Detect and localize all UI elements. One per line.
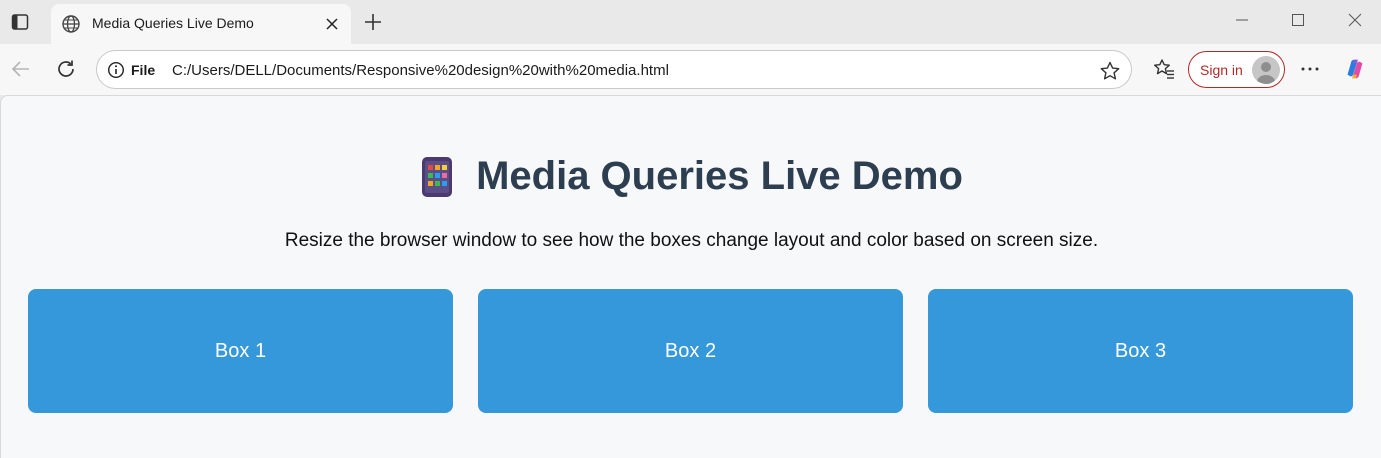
maximize-icon bbox=[1292, 14, 1304, 26]
url-text[interactable]: C:/Users/DELL/Documents/Responsive%20des… bbox=[172, 62, 669, 79]
sign-in-button[interactable]: Sign in bbox=[1188, 51, 1285, 88]
back-button[interactable] bbox=[8, 56, 34, 82]
settings-more-button[interactable] bbox=[1297, 56, 1323, 82]
avatar bbox=[1252, 56, 1280, 84]
favorites-button[interactable] bbox=[1151, 56, 1177, 82]
close-tab-icon[interactable] bbox=[321, 13, 343, 35]
tab-actions-button[interactable] bbox=[8, 10, 32, 34]
close-window-button[interactable] bbox=[1341, 8, 1369, 32]
box-2: Box 2 bbox=[478, 289, 903, 413]
page-viewport: Media Queries Live Demo Resize the brows… bbox=[0, 95, 1381, 458]
new-tab-button[interactable] bbox=[361, 10, 385, 34]
minimize-icon bbox=[1236, 19, 1248, 21]
refresh-button[interactable] bbox=[53, 56, 79, 82]
plus-icon bbox=[365, 14, 381, 30]
copilot-button[interactable] bbox=[1342, 56, 1368, 82]
tab-actions-icon bbox=[11, 14, 29, 30]
url-scheme: File bbox=[131, 62, 156, 78]
globe-icon bbox=[61, 14, 81, 34]
sign-in-label: Sign in bbox=[1200, 62, 1243, 78]
refresh-icon bbox=[58, 60, 74, 77]
page-heading: Media Queries Live Demo bbox=[1, 154, 1381, 199]
box-1: Box 1 bbox=[28, 289, 453, 413]
page-title: Media Queries Live Demo bbox=[476, 154, 963, 198]
back-arrow-icon bbox=[11, 61, 29, 77]
close-icon bbox=[1348, 13, 1362, 27]
address-bar[interactable]: File C:/Users/DELL/Documents/Responsive%… bbox=[96, 50, 1132, 89]
mobile-phone-icon bbox=[422, 156, 453, 197]
box-3: Box 3 bbox=[928, 289, 1353, 413]
browser-toolbar: File C:/Users/DELL/Documents/Responsive%… bbox=[0, 44, 1381, 95]
add-favorite-icon[interactable] bbox=[1099, 60, 1121, 82]
page-subtitle: Resize the browser window to see how the… bbox=[284, 230, 1099, 251]
tab-strip: Media Queries Live Demo bbox=[0, 0, 1381, 44]
more-icon bbox=[1301, 67, 1319, 71]
tab-active[interactable]: Media Queries Live Demo bbox=[51, 4, 351, 44]
tab-title: Media Queries Live Demo bbox=[92, 15, 254, 31]
copilot-icon bbox=[1347, 59, 1363, 79]
minimize-button[interactable] bbox=[1228, 8, 1256, 32]
favorites-icon bbox=[1154, 59, 1174, 79]
info-icon[interactable] bbox=[107, 61, 125, 79]
maximize-button[interactable] bbox=[1284, 8, 1312, 32]
